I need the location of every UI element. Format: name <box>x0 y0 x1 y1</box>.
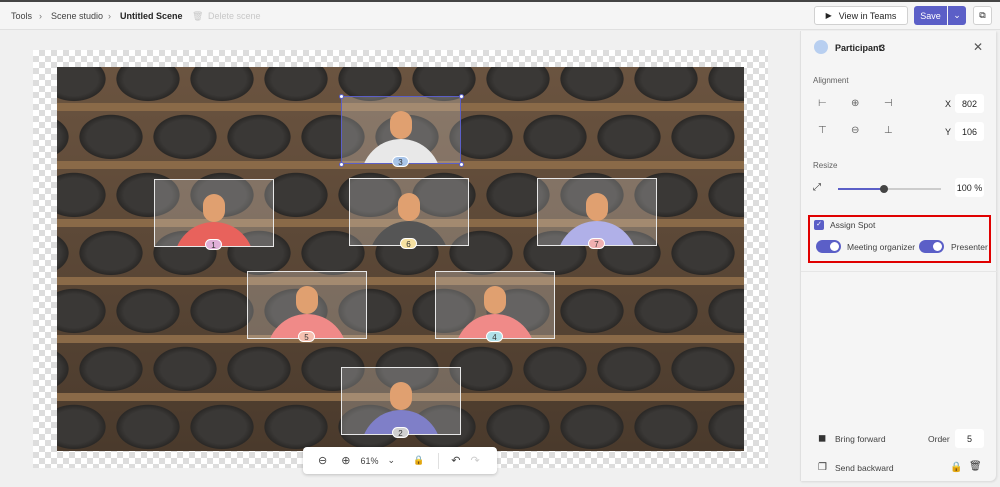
delete-scene-button[interactable]: Delete scene <box>208 11 261 21</box>
delete-icon[interactable]: 🗑 <box>969 461 982 472</box>
save-options-chevron-icon[interactable]: ⌄ <box>948 6 966 25</box>
align-center-icon[interactable]: ⊕ <box>851 98 859 109</box>
order-input[interactable]: 5 <box>955 429 984 448</box>
align-bottom-icon[interactable]: ⊥ <box>884 125 893 136</box>
align-left-icon[interactable]: ⊢ <box>818 98 827 109</box>
divider <box>801 271 997 272</box>
presenter-label: Presenter <box>951 242 988 252</box>
align-top-icon[interactable]: ⊤ <box>818 125 827 136</box>
participant-spot-7[interactable] <box>537 178 657 246</box>
assign-spot-label: Assign Spot <box>830 220 876 230</box>
page-title: Untitled Scene <box>120 11 183 21</box>
bring-forward-icon[interactable]: ◼ <box>818 433 826 444</box>
participant-spot-2[interactable] <box>341 367 461 435</box>
participant-number-badge: 3 <box>392 156 409 167</box>
x-input[interactable]: 802 <box>955 94 984 113</box>
send-backward-icon[interactable]: ❐ <box>818 462 827 473</box>
resize-slider[interactable] <box>838 185 941 193</box>
participant-number-badge: 4 <box>486 331 503 342</box>
close-icon[interactable]: ✕ <box>973 40 983 54</box>
align-middle-icon[interactable]: ⊖ <box>851 125 859 136</box>
resize-handle[interactable] <box>339 162 344 167</box>
bring-forward-button[interactable]: Bring forward <box>835 434 886 444</box>
zoom-level[interactable]: 61% <box>360 456 378 466</box>
participant-avatar-head <box>484 286 506 314</box>
participant-number-badge: 6 <box>400 238 417 249</box>
participant-avatar-head <box>203 194 225 222</box>
y-label: Y <box>940 122 956 141</box>
resize-handle[interactable] <box>459 94 464 99</box>
participant-spot-4[interactable] <box>435 271 555 339</box>
top-bar: Tools › Scene studio › Untitled Scene 🗑 … <box>0 0 1000 30</box>
participant-number-badge: 7 <box>588 238 605 249</box>
lock-icon: 🔒 <box>413 455 425 465</box>
resize-arrows-icon: ⤢ <box>813 182 821 193</box>
participant-avatar-head <box>390 111 412 139</box>
participant-spot-6[interactable] <box>349 178 469 246</box>
undo-icon[interactable]: ↶ <box>451 454 460 467</box>
zoom-in-icon[interactable]: ⊕ <box>341 454 350 467</box>
panel-title: Participant <box>835 43 882 53</box>
divider <box>438 452 440 469</box>
assign-spot-checkbox[interactable]: ✓ <box>814 220 824 230</box>
participant-spot-1[interactable] <box>154 179 274 247</box>
participant-spot-3[interactable] <box>341 96 461 164</box>
participant-number-badge: 2 <box>392 427 409 438</box>
meeting-organizer-toggle[interactable] <box>816 240 841 253</box>
align-right-icon[interactable]: ⊣ <box>884 98 893 109</box>
save-button[interactable]: Save <box>914 6 947 25</box>
participant-avatar-head <box>586 193 608 221</box>
presenter-toggle[interactable] <box>919 240 944 253</box>
breadcrumb-separator: › <box>39 11 42 21</box>
view-in-teams-button[interactable]: ▶ View in Teams <box>814 6 908 25</box>
resize-handle[interactable] <box>459 162 464 167</box>
participant-avatar-icon <box>814 40 828 54</box>
resize-handle[interactable] <box>339 94 344 99</box>
participant-avatar-head <box>398 193 420 221</box>
properties-panel: Participant 3 ✕ Alignment ⊢ ⊕ ⊣ ⊤ ⊖ ⊥ X … <box>800 31 997 481</box>
participant-avatar-head <box>296 286 318 314</box>
x-label: X <box>940 94 956 113</box>
participant-avatar-head <box>390 382 412 410</box>
send-backward-button[interactable]: Send backward <box>835 463 894 473</box>
meeting-organizer-label: Meeting organizer <box>847 242 916 252</box>
resize-value[interactable]: 100 % <box>955 178 984 197</box>
resize-label: Resize <box>813 161 838 170</box>
scene-settings-icon[interactable]: ⧉ <box>973 6 992 25</box>
alignment-label: Alignment <box>813 76 849 85</box>
trash-icon: 🗑 <box>192 11 204 21</box>
play-icon: ▶ <box>825 11 832 20</box>
participant-spot-5[interactable] <box>247 271 367 339</box>
y-input[interactable]: 106 <box>955 122 984 141</box>
breadcrumb-scene-studio[interactable]: Scene studio <box>51 11 103 21</box>
breadcrumb-separator: › <box>108 11 111 21</box>
participant-number: 3 <box>880 43 886 53</box>
redo-icon: ↷ <box>470 455 480 467</box>
participant-number-badge: 1 <box>205 239 222 250</box>
zoom-chevron-down-icon[interactable]: ⌄ <box>387 455 395 466</box>
participant-number-badge: 5 <box>298 331 315 342</box>
lock-icon: 🔒 <box>950 462 963 473</box>
order-label: Order <box>928 434 950 444</box>
zoom-toolbar: ⊖ ⊕ 61% ⌄ 🔒 ↶ ↷ <box>303 447 497 474</box>
breadcrumb-tools[interactable]: Tools <box>11 11 32 21</box>
zoom-out-icon[interactable]: ⊖ <box>318 454 327 467</box>
